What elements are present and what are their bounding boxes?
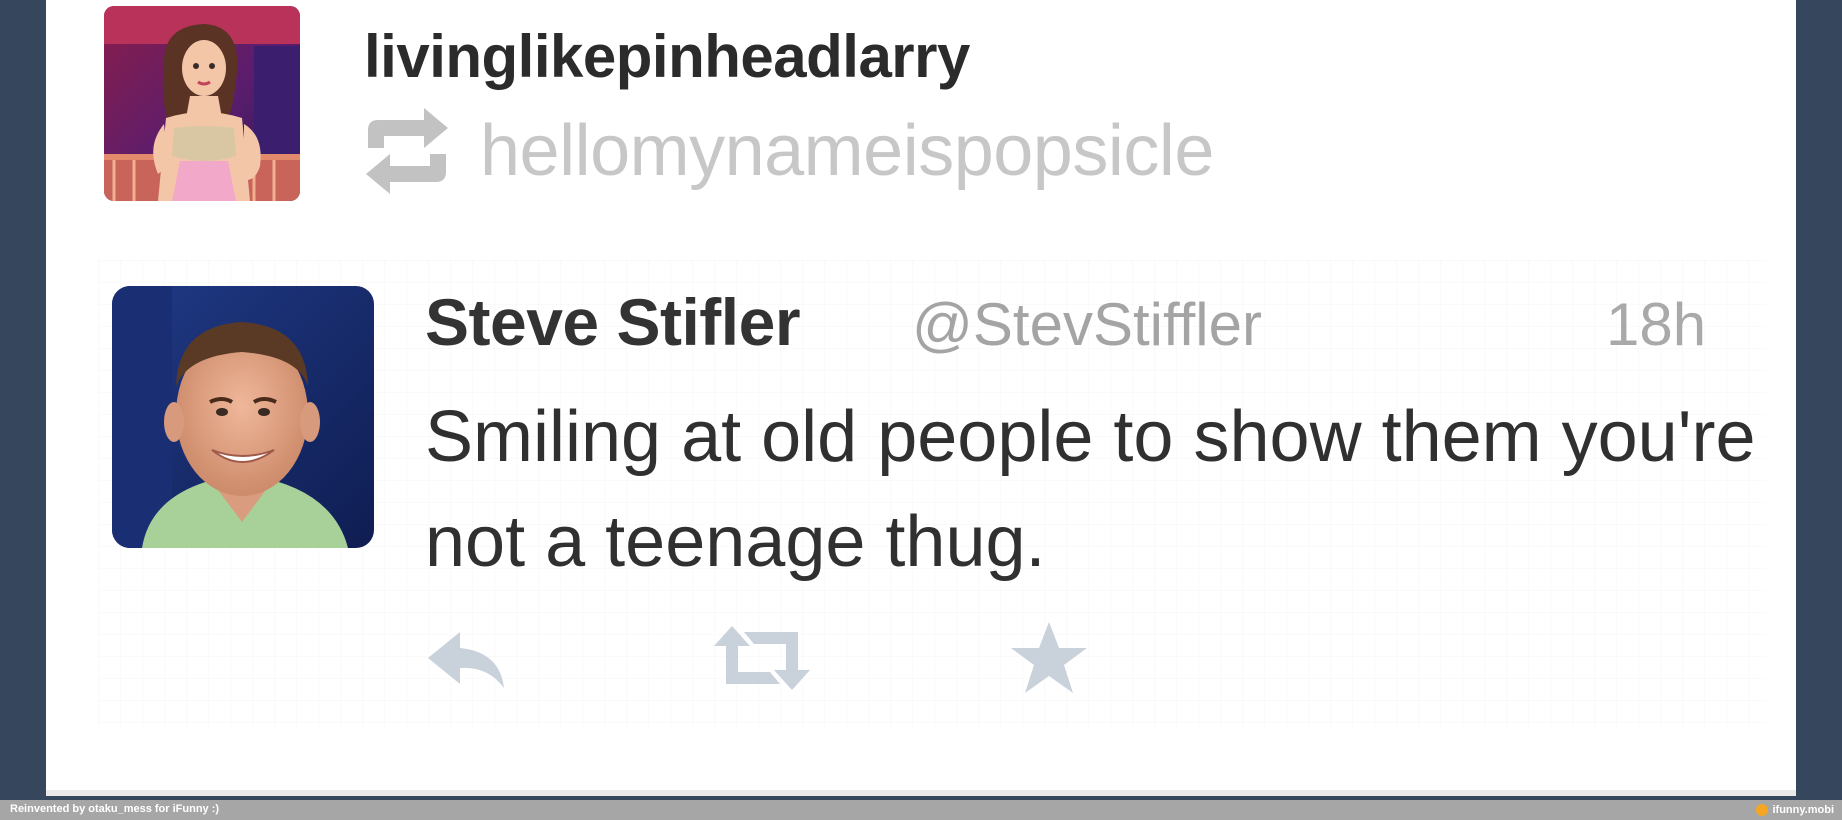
tweet-text: Smiling at old people to show them you'r… xyxy=(425,397,1756,582)
footer-site-text: ifunny.mobi xyxy=(1772,804,1834,816)
author-avatar[interactable] xyxy=(104,6,300,201)
favorite-button[interactable] xyxy=(1008,618,1090,698)
tweet-avatar[interactable] xyxy=(112,286,374,548)
tweet-avatar-photo xyxy=(112,286,374,548)
tweet-handle[interactable]: @StevStiffler xyxy=(912,290,1262,359)
footer-credit: Reinvented by otaku_mess for iFunny :) xyxy=(10,803,220,815)
reply-button[interactable] xyxy=(424,618,508,698)
tweet-timestamp[interactable]: 18h xyxy=(1606,290,1706,359)
avatar-illustration xyxy=(104,6,300,201)
star-icon xyxy=(1011,622,1087,693)
reblog-row: hellomynameispopsicle xyxy=(362,108,1214,194)
card-bottom-divider xyxy=(46,790,1796,796)
footer-site: ifunny.mobi xyxy=(1756,802,1834,818)
retweet-icon xyxy=(714,626,810,690)
ifunny-logo-icon xyxy=(1756,804,1769,816)
post-author-username[interactable]: livinglikepinheadlarry xyxy=(364,22,970,91)
reply-icon xyxy=(428,632,504,688)
post-card: livinglikepinheadlarry hellomynameispops… xyxy=(46,0,1796,796)
reblog-icon xyxy=(366,108,448,194)
page: livinglikepinheadlarry hellomynameispops… xyxy=(0,0,1842,820)
tweet-display-name[interactable]: Steve Stifler xyxy=(425,284,801,360)
retweet-button[interactable] xyxy=(710,618,814,698)
reblogged-from-username[interactable]: hellomynameispopsicle xyxy=(480,110,1214,192)
watermark-footer: Reinvented by otaku_mess for iFunny :) i… xyxy=(0,800,1842,820)
